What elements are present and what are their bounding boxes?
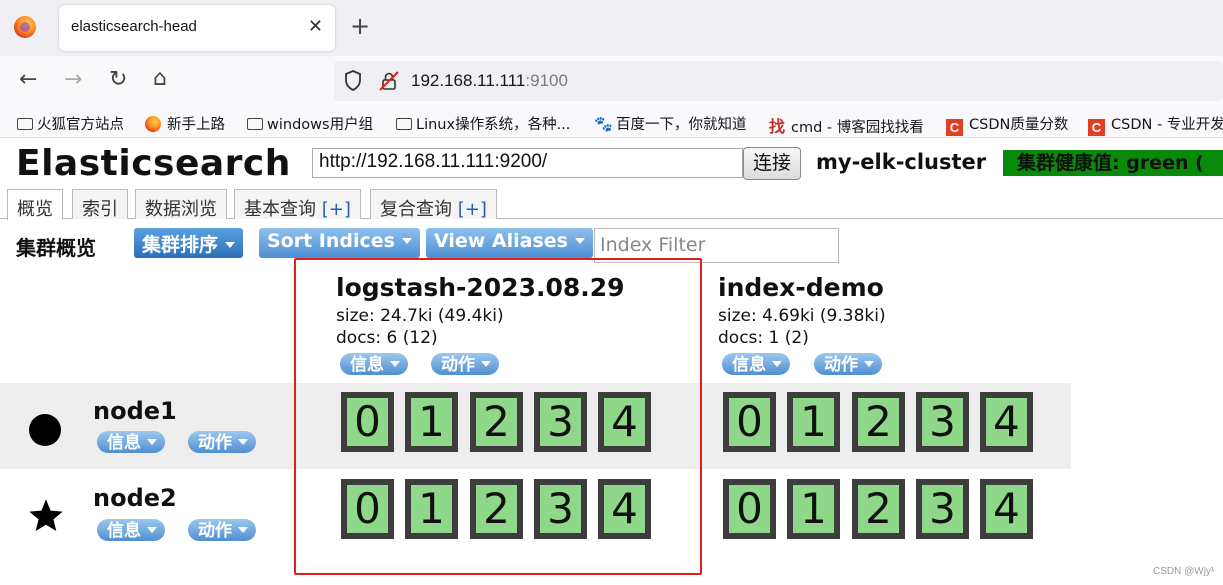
reload-button[interactable]: ↻ xyxy=(109,68,127,92)
node-info-button[interactable]: 信息 xyxy=(97,519,165,541)
master-dot-icon xyxy=(29,414,61,446)
shard-box[interactable]: 1 xyxy=(787,392,840,452)
forward-button[interactable]: → xyxy=(64,68,82,92)
csdn-icon: C xyxy=(1088,119,1105,136)
index-action-button[interactable]: 动作 xyxy=(814,353,882,375)
tab-data-browser[interactable]: 数据浏览 xyxy=(135,189,227,220)
star-icon xyxy=(29,499,63,532)
node-name: node2 xyxy=(93,484,177,512)
overview-title: 集群概览 xyxy=(16,236,96,260)
chevron-down-icon xyxy=(225,242,236,248)
bookmark-baidu[interactable]: 🐾 百度一下，你就知道 xyxy=(594,113,747,134)
insecure-lock-icon[interactable] xyxy=(378,70,400,92)
shard-box[interactable]: 0 xyxy=(723,479,776,539)
node-action-button[interactable]: 动作 xyxy=(188,431,256,453)
folder-icon xyxy=(247,118,263,130)
shard-box[interactable]: 4 xyxy=(980,392,1033,452)
watermark: CSDN @Wjy¹ xyxy=(1153,566,1215,577)
tab-title: elasticsearch-head xyxy=(71,18,197,35)
connect-button[interactable]: 连接 xyxy=(743,147,801,180)
shard-box[interactable]: 4 xyxy=(980,479,1033,539)
tab-basic-query[interactable]: 基本查询 [+] xyxy=(234,189,361,220)
bookmark-cnblogs-search[interactable]: 找 cmd - 博客园找找看 xyxy=(769,113,924,137)
firefox-icon xyxy=(145,116,161,132)
chevron-down-icon xyxy=(772,361,782,367)
shard-box[interactable]: 3 xyxy=(916,392,969,452)
firefox-menu-icon[interactable] xyxy=(14,16,36,38)
shard-box[interactable]: 3 xyxy=(916,479,969,539)
baidu-paw-icon: 🐾 xyxy=(594,115,613,133)
chevron-down-icon xyxy=(147,439,157,445)
bookmark-csdn-pro[interactable]: C CSDN - 专业开发 xyxy=(1088,113,1223,136)
close-tab-icon[interactable]: ✕ xyxy=(308,16,323,37)
zhao-icon: 找 xyxy=(769,117,786,136)
chevron-down-icon xyxy=(147,527,157,533)
new-tab-button[interactable]: + xyxy=(350,12,370,40)
cluster-name: my-elk-cluster xyxy=(816,150,987,174)
shard-box[interactable]: 1 xyxy=(787,479,840,539)
tab-indices[interactable]: 索引 xyxy=(72,189,128,220)
index-size-demo: size: 4.69ki (9.38ki) xyxy=(718,306,886,326)
bookmark-windows-group[interactable]: windows用户组 xyxy=(247,113,373,134)
chevron-down-icon xyxy=(401,238,412,244)
folder-icon xyxy=(17,118,33,130)
chevron-down-icon xyxy=(864,361,874,367)
sort-indices-dropdown[interactable]: Sort Indices xyxy=(259,228,420,258)
view-aliases-dropdown[interactable]: View Aliases xyxy=(426,228,593,258)
es-connect-url-input[interactable]: http://192.168.11.111:9200/ xyxy=(312,148,743,178)
bookmark-firefox-site[interactable]: 火狐官方站点 xyxy=(17,113,124,134)
url-port: :9100 xyxy=(525,71,568,90)
browser-tab[interactable]: elasticsearch-head ✕ xyxy=(59,5,335,51)
folder-icon xyxy=(396,118,412,130)
home-button[interactable]: ⌂ xyxy=(153,67,167,91)
tracking-shield-icon[interactable] xyxy=(344,70,362,91)
node-info-button[interactable]: 信息 xyxy=(97,431,165,453)
bookmark-getting-started[interactable]: 新手上路 xyxy=(145,113,225,134)
annotation-highlight-box xyxy=(294,258,702,575)
index-name-demo: index-demo xyxy=(718,273,884,302)
url-text[interactable]: 192.168.11.111:9100 xyxy=(411,71,568,91)
shard-box[interactable]: 2 xyxy=(852,392,905,452)
tab-overview[interactable]: 概览 xyxy=(7,189,63,220)
back-button[interactable]: ← xyxy=(19,68,37,92)
chevron-down-icon xyxy=(575,238,585,244)
bookmark-linux-os[interactable]: Linux操作系统，各种... xyxy=(396,113,570,134)
tab-compound-query[interactable]: 复合查询 [+] xyxy=(370,189,497,220)
shard-box[interactable]: 2 xyxy=(852,479,905,539)
node-action-button[interactable]: 动作 xyxy=(188,519,256,541)
index-info-button[interactable]: 信息 xyxy=(722,353,790,375)
bookmark-csdn-score[interactable]: C CSDN质量分数 xyxy=(946,113,1068,136)
chevron-down-icon xyxy=(238,439,248,445)
shard-box[interactable]: 0 xyxy=(723,392,776,452)
url-host: 192.168.11.111 xyxy=(411,71,526,90)
sort-cluster-dropdown[interactable]: 集群排序 xyxy=(134,228,244,258)
app-title: Elasticsearch xyxy=(16,143,291,184)
node-name: node1 xyxy=(93,397,177,425)
chevron-down-icon xyxy=(238,527,248,533)
index-docs-demo: docs: 1 (2) xyxy=(718,328,809,348)
cluster-health-badge: 集群健康值: green ( xyxy=(1003,150,1223,176)
csdn-icon: C xyxy=(946,119,963,136)
